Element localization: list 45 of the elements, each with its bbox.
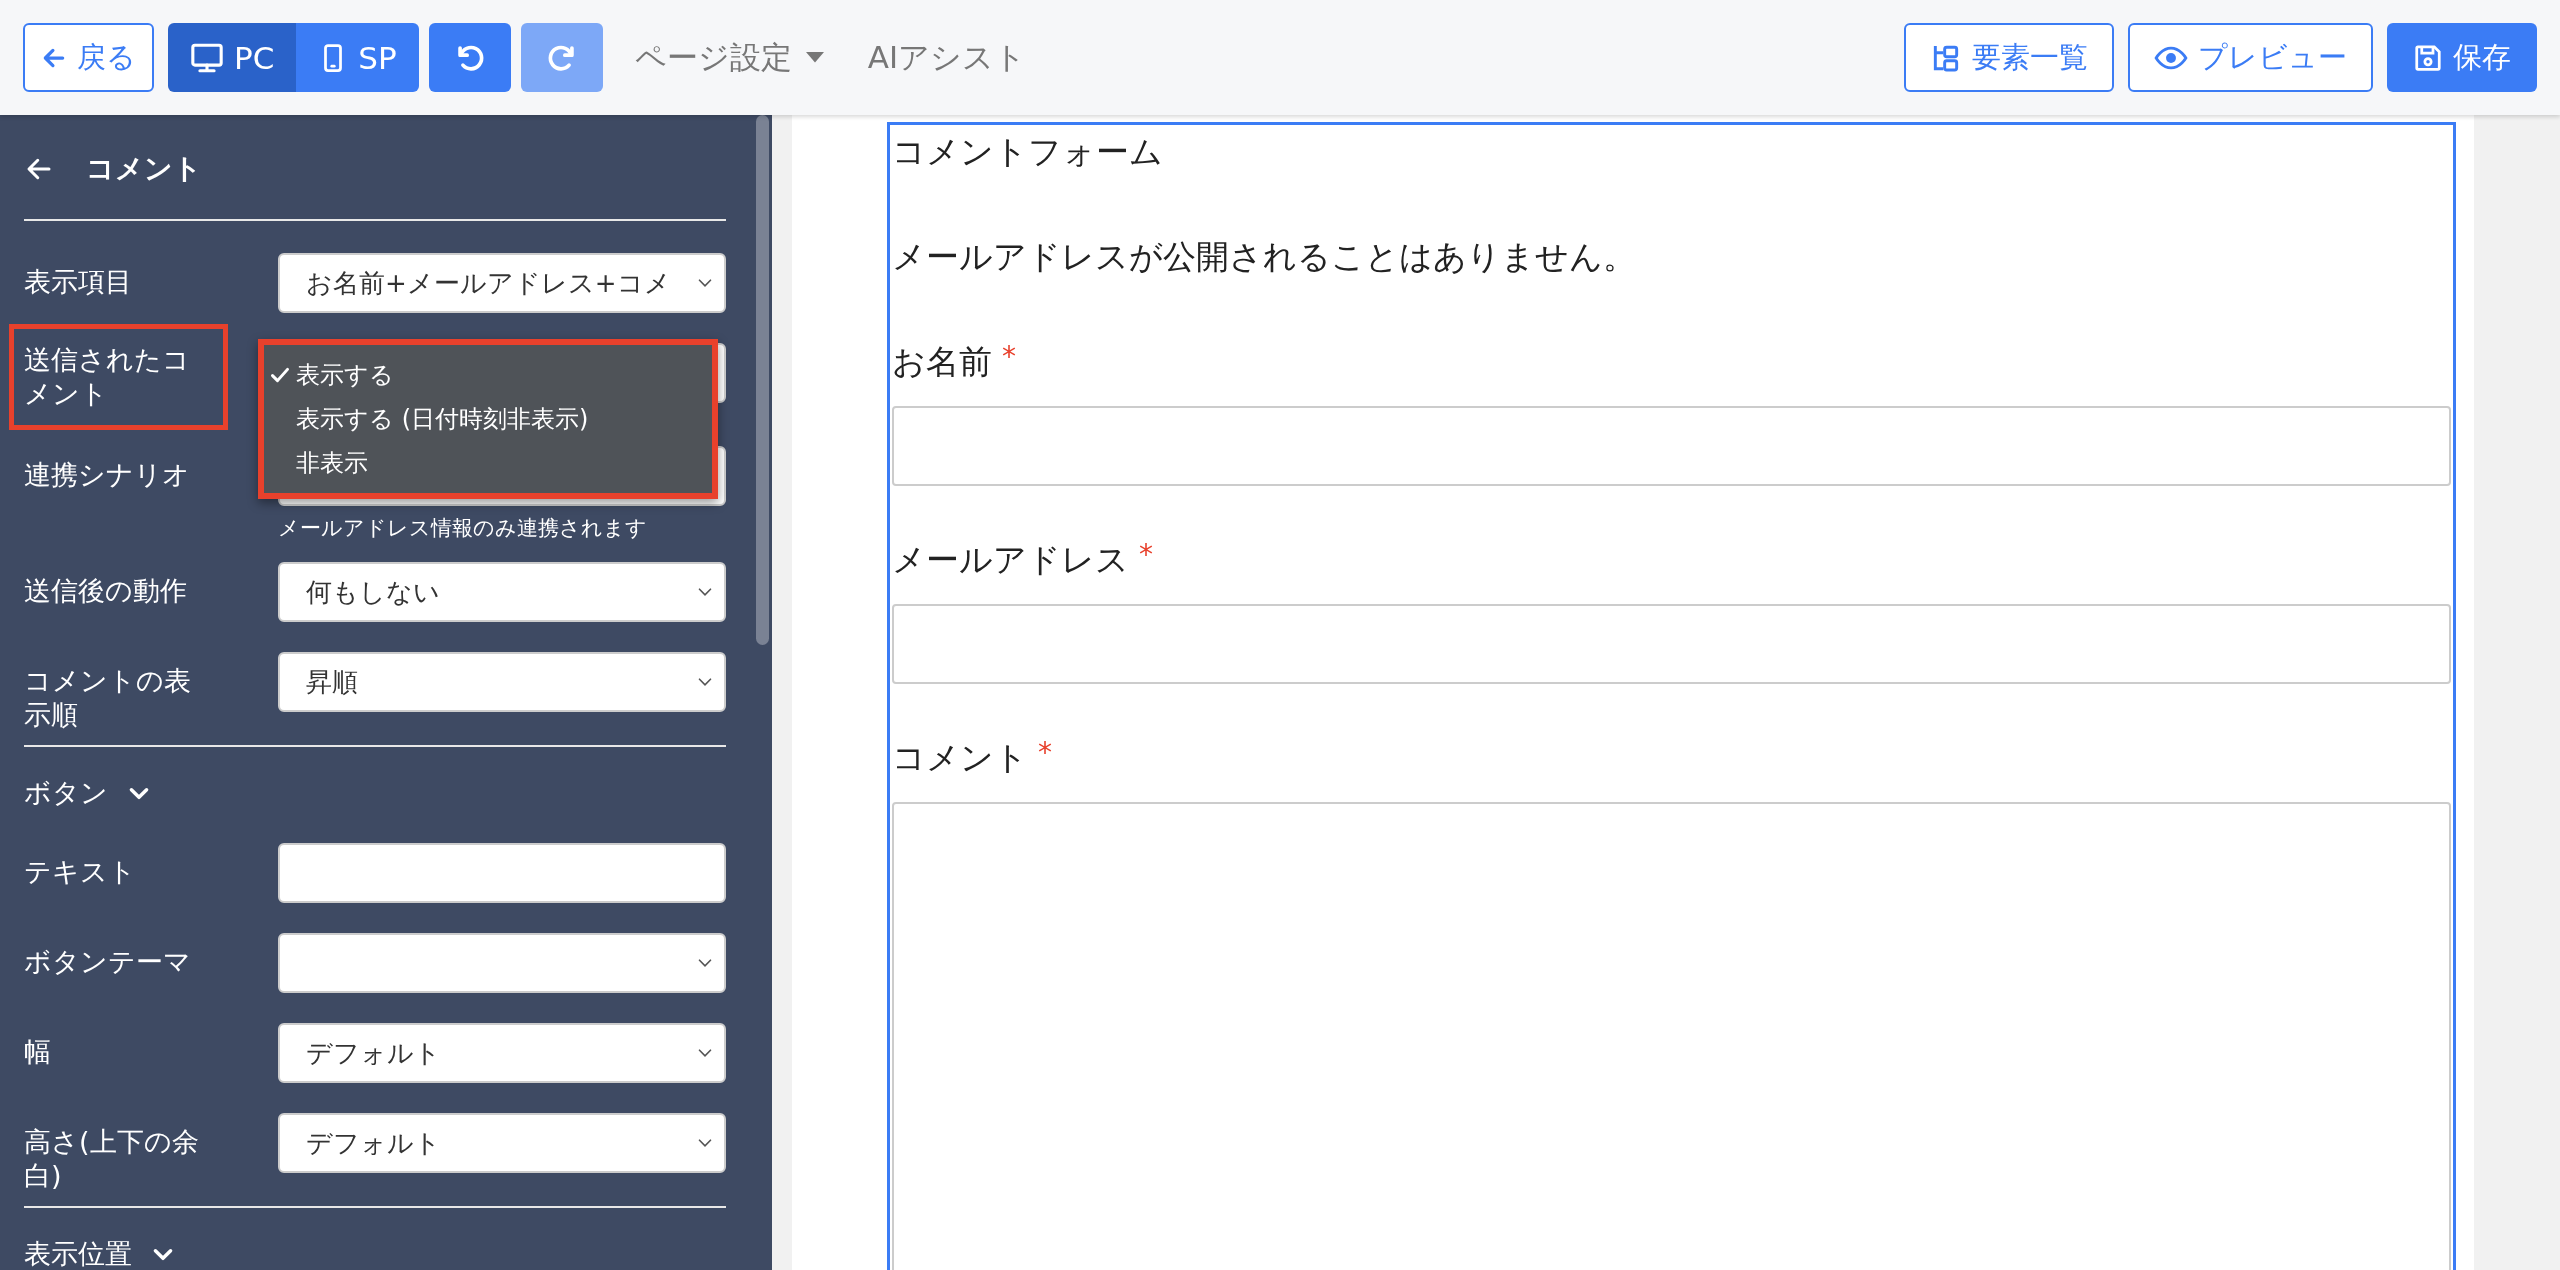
hint-text: メールアドレス情報のみ連携されます [278,515,648,542]
field-label: 幅 [23,1035,52,1069]
field-label: お名前 [892,341,992,383]
select-field[interactable] [278,933,726,993]
back-button[interactable]: 戻る [23,23,154,92]
comment-form-block[interactable]: コメントフォーム メールアドレスが公開されることはありません。 お名前 * メールアドレス * コメント * [887,122,2456,1270]
form-note: メールアドレスが公開されることはありません。 [892,236,1637,278]
select-field[interactable]: デフォルト [278,1113,726,1173]
field-label: 表示項目 [23,265,133,299]
dropdown-option[interactable]: 非表示 [264,441,712,485]
select-field[interactable]: お名前+メールアドレス+コメ [278,253,726,313]
section-heading[interactable]: 表示位置 [24,1236,132,1270]
input-field[interactable] [892,604,2451,684]
panel-title: コメント [86,151,202,187]
input-field[interactable] [278,843,726,903]
field-label: テキスト [23,855,137,889]
undo-button[interactable] [428,23,511,92]
select-field[interactable]: デフォルト [278,1023,726,1083]
field-label: コメントの表示順 [23,664,192,732]
toolbar-button[interactable]: 保存 [2387,23,2537,92]
form-title: コメントフォーム [892,131,1164,173]
dropdown-option[interactable]: 表示する (日付時刻非表示) [264,397,712,441]
field-label: 高さ(上下の余白) [23,1125,200,1193]
field-label: 連携シナリオ [23,458,191,492]
required-mark: * [1139,538,1153,573]
menu-item[interactable]: ページ設定 [622,36,836,79]
field-label: ボタンテーマ [23,945,192,979]
required-mark: * [1038,736,1052,771]
menu-item[interactable]: AIアシスト [855,36,1039,79]
device-tab[interactable]: SP [296,23,419,92]
device-tab[interactable]: PC [168,23,297,92]
toolbar-button[interactable]: プレビュー [2128,23,2373,92]
section-heading[interactable]: ボタン [24,775,108,811]
toolbar-button[interactable]: 要素一覧 [1904,23,2114,92]
comment-textarea[interactable] [892,802,2451,1270]
select-field[interactable]: 何もしない [278,562,726,622]
field-label: コメント [892,737,1028,779]
field-label: 送信後の動作 [23,574,188,608]
field-label: メールアドレス [892,539,1129,581]
dropdown-option[interactable]: 表示する [264,353,712,397]
field-label: 送信されたコメント [9,324,228,430]
input-field[interactable] [892,406,2451,486]
scrollbar-thumb[interactable] [756,115,769,645]
required-mark: * [1002,340,1016,375]
select-field[interactable]: 昇順 [278,652,726,712]
